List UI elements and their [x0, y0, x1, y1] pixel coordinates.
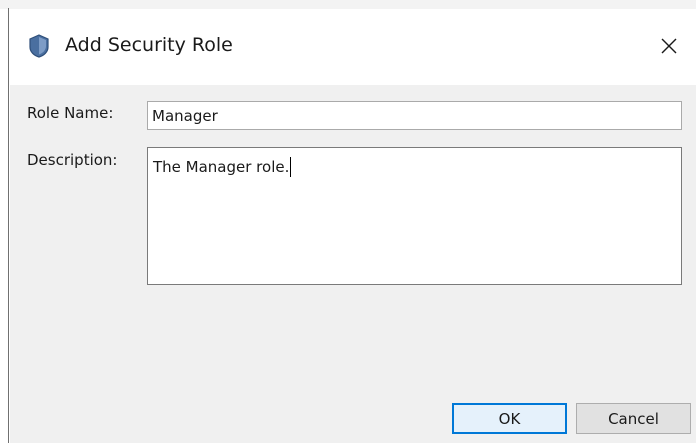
role-name-field[interactable] — [147, 101, 682, 130]
description-text: The Manager role. — [153, 157, 292, 177]
shield-icon — [28, 34, 50, 58]
text-caret — [290, 157, 292, 177]
add-security-role-dialog: Add Security Role Role Name: Description… — [8, 8, 696, 443]
dialog-title: Add Security Role — [65, 34, 233, 56]
description-value: The Manager role. — [153, 158, 290, 176]
description-textarea[interactable]: The Manager role. — [147, 147, 682, 285]
ok-button[interactable]: OK — [452, 403, 567, 434]
description-label: Description: — [27, 151, 118, 169]
cancel-button[interactable]: Cancel — [576, 403, 691, 434]
close-icon[interactable] — [655, 32, 683, 60]
role-name-label: Role Name: — [27, 104, 114, 122]
dialog-content: Role Name: Description: The Manager role… — [10, 85, 696, 443]
screen: Add Security Role Role Name: Description… — [0, 0, 696, 443]
dialog-titlebar[interactable]: Add Security Role — [10, 9, 696, 85]
